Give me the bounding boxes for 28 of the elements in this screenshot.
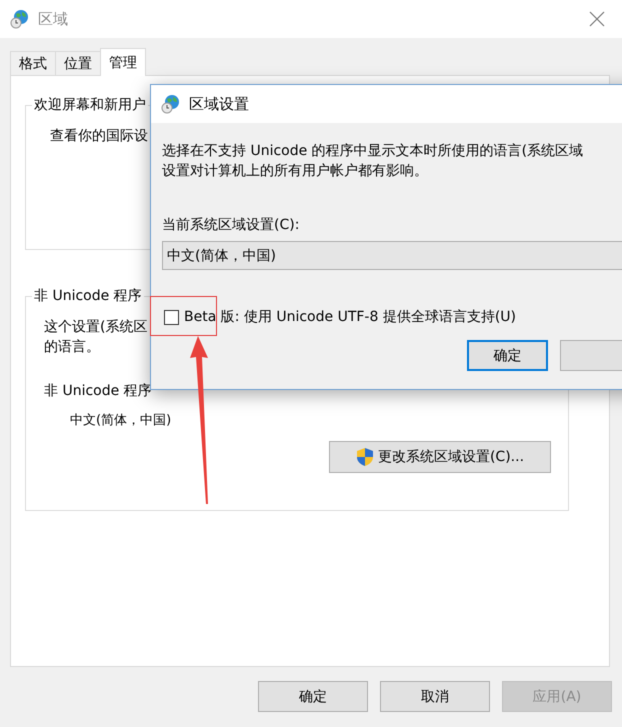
dialog-description: 选择在不支持 Unicode 的程序中显示文本时所使用的语言(系统区域	[162, 142, 584, 161]
globe-icon	[161, 94, 181, 114]
tab[interactable]: 位置	[55, 51, 100, 75]
shield-icon	[356, 447, 374, 467]
highlight-frame	[150, 296, 217, 336]
dialog-button[interactable]: 确定	[258, 681, 368, 712]
locale-label: 当前系统区域设置(C):	[162, 216, 300, 235]
tab[interactable]: 格式	[10, 51, 55, 75]
dialog-button[interactable]: 取消	[380, 681, 490, 712]
beta-checkbox[interactable]: Beta 版: 使用 Unicode UTF-8 提供全球语言支持(U)	[164, 308, 622, 326]
globe-icon	[10, 9, 30, 29]
close-icon	[589, 11, 605, 27]
ok-button[interactable]: 确定	[467, 340, 548, 371]
description-text: 的语言。	[44, 338, 100, 357]
change-locale-button[interactable]: 更改系统区域设置(C)...	[329, 441, 551, 473]
current-language-value: 中文(简体，中国)	[69, 412, 172, 430]
group-title: 非 Unicode 程序	[32, 287, 144, 305]
window-title: 区域	[38, 10, 69, 28]
current-language-label: 非 Unicode 程序	[44, 382, 152, 401]
checkbox-label: Beta 版: 使用 Unicode UTF-8 提供全球语言支持(U)	[184, 308, 516, 326]
checkbox[interactable]	[164, 310, 179, 324]
group-title: 欢迎屏幕和新用户	[32, 96, 148, 114]
locale-dropdown[interactable]: 中文(简体，中国)	[162, 241, 622, 270]
dialog-description: 设置对计算机上的所有用户帐户都有影响。	[162, 162, 428, 181]
dialog-title: 区域设置	[189, 94, 250, 114]
tab[interactable]: 管理	[100, 48, 146, 76]
group-text: 查看你的国际设	[50, 127, 148, 146]
description-text: 这个设置(系统区	[44, 318, 148, 337]
